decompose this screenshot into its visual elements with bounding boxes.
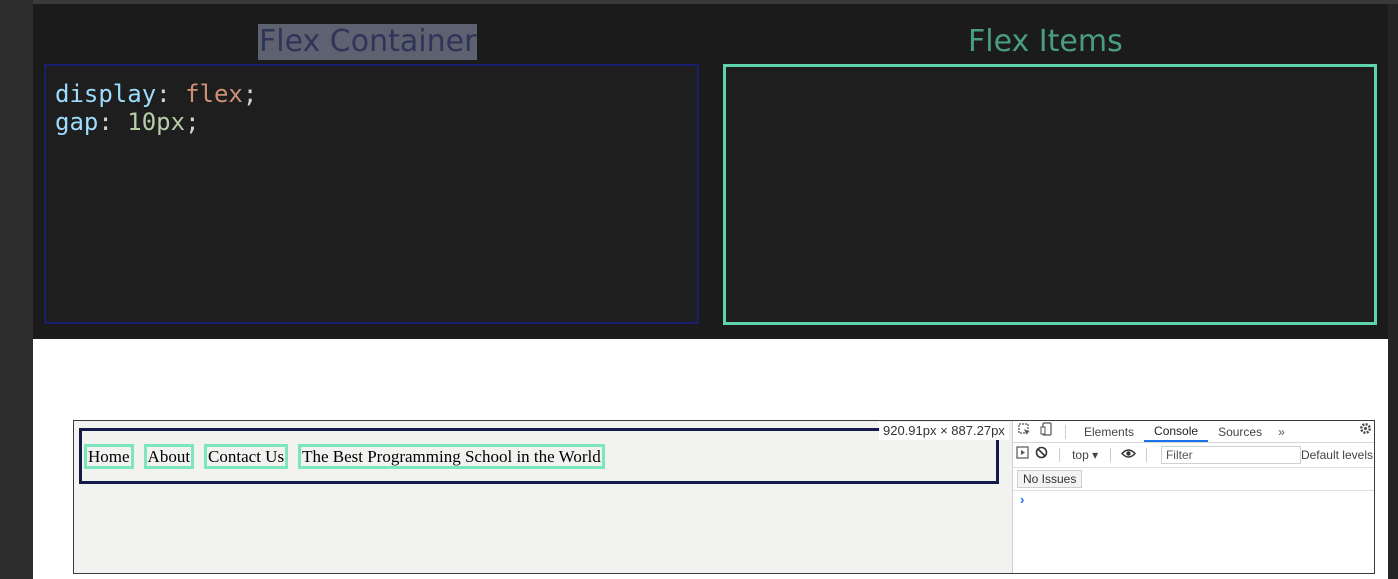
code-semicolon: ; bbox=[185, 108, 200, 136]
eye-icon[interactable] bbox=[1119, 445, 1138, 465]
nav-item-home[interactable]: Home bbox=[84, 443, 134, 469]
console-prompt[interactable]: › bbox=[1013, 491, 1374, 509]
toolbar-divider bbox=[1065, 424, 1066, 439]
code-colon: : bbox=[98, 108, 113, 136]
browser-preview-panel: Home About Contact Us The Best Programmi… bbox=[33, 339, 1388, 579]
code-property: display bbox=[55, 80, 157, 108]
sidebar-toggle-icon[interactable] bbox=[1013, 445, 1032, 465]
flex-container-title: Flex Container bbox=[258, 24, 478, 60]
flex-items-title: Flex Items bbox=[968, 24, 1123, 59]
tab-sources[interactable]: Sources bbox=[1208, 422, 1272, 442]
nav-item-best-school[interactable]: The Best Programming School in the World bbox=[298, 443, 605, 469]
flex-container-nav: Home About Contact Us The Best Programmi… bbox=[79, 428, 999, 484]
context-selector[interactable]: top ▾ bbox=[1068, 448, 1102, 462]
tab-elements[interactable]: Elements bbox=[1074, 422, 1144, 442]
issues-button[interactable]: No Issues bbox=[1017, 470, 1083, 488]
console-toolbar: top ▾ Default levels bbox=[1013, 443, 1374, 468]
devtools-panel: Elements Console Sources » top ▾ Filter … bbox=[1012, 421, 1374, 573]
gear-icon[interactable] bbox=[1355, 421, 1374, 441]
code-property: gap bbox=[55, 108, 99, 136]
code-value: 10px bbox=[127, 108, 186, 136]
devtools-tab-bar: Elements Console Sources » bbox=[1013, 421, 1374, 443]
toolbar-divider bbox=[1059, 448, 1061, 462]
code-value: flex bbox=[185, 80, 243, 108]
viewport-size-tooltip: 920.91px × 887.27px bbox=[879, 422, 1009, 440]
tab-console[interactable]: Console bbox=[1144, 422, 1209, 442]
flex-items-box bbox=[723, 64, 1377, 325]
code-colon: : bbox=[156, 80, 171, 108]
browser-window: Home About Contact Us The Best Programmi… bbox=[73, 420, 1375, 574]
inspect-icon[interactable] bbox=[1013, 422, 1035, 442]
code-semicolon: ; bbox=[242, 80, 258, 108]
code-line-display: display: flex; bbox=[55, 80, 697, 108]
left-gutter bbox=[0, 0, 33, 579]
right-gutter bbox=[1388, 4, 1398, 579]
issues-row: No Issues bbox=[1013, 468, 1374, 491]
device-toggle-icon[interactable] bbox=[1035, 421, 1057, 442]
toolbar-divider bbox=[1110, 448, 1111, 462]
code-line-gap: gap: 10px; bbox=[55, 108, 697, 136]
console-filter-input[interactable] bbox=[1160, 446, 1301, 464]
flexbox-explainer-panel: Flex Container Flex Items display: flex;… bbox=[33, 4, 1388, 339]
toolbar-divider bbox=[1146, 448, 1147, 462]
flex-container-code-box: display: flex; gap: 10px; bbox=[44, 64, 699, 324]
log-levels-dropdown[interactable]: Default levels bbox=[1301, 448, 1374, 462]
nav-item-about[interactable]: About bbox=[143, 443, 195, 469]
page-viewport: Home About Contact Us The Best Programmi… bbox=[74, 421, 1012, 573]
more-tabs-button[interactable]: » bbox=[1272, 425, 1291, 439]
nav-item-contact-us[interactable]: Contact Us bbox=[204, 443, 289, 469]
clear-console-icon[interactable] bbox=[1032, 445, 1051, 465]
